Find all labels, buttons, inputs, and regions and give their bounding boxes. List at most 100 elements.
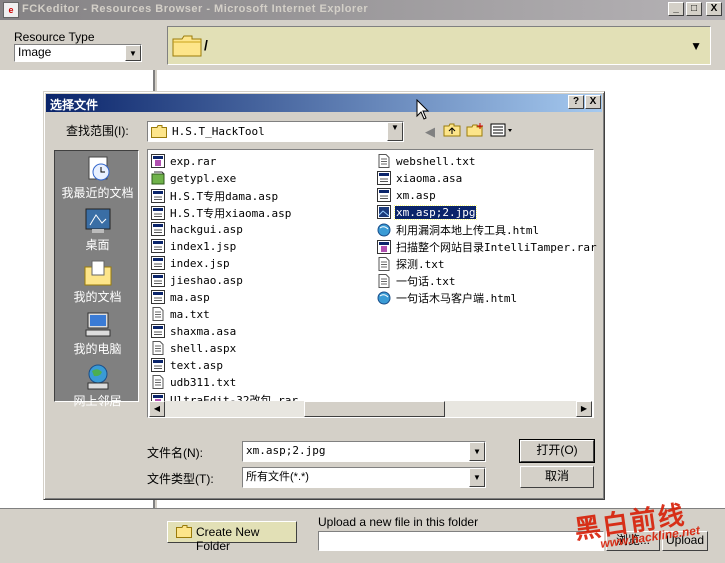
file-item[interactable]: 探测.txt: [377, 256, 446, 273]
script-file-icon: [151, 324, 165, 338]
close-button[interactable]: X: [706, 2, 722, 16]
app-icon: e: [3, 2, 19, 18]
scroll-left-icon[interactable]: ◀: [149, 401, 165, 417]
look-in-combo[interactable]: H.S.T_HackTool ▼: [147, 121, 404, 142]
browse-button[interactable]: 浏览...: [606, 531, 660, 551]
place-label: 我最近的文档: [61, 186, 134, 200]
file-item[interactable]: 一句话木马客户端.html: [377, 290, 518, 307]
place-network[interactable]: 网上邻居: [55, 363, 140, 413]
file-item[interactable]: xiaoma.asa: [377, 171, 463, 188]
file-item[interactable]: 扫描整个网站目录IntelliTamper.rar: [377, 239, 598, 256]
file-item[interactable]: xm.asp: [377, 188, 437, 205]
scroll-thumb[interactable]: [304, 401, 445, 417]
file-item[interactable]: ma.asp: [151, 290, 211, 307]
back-icon[interactable]: ◀: [420, 123, 440, 141]
file-item[interactable]: text.asp: [151, 358, 224, 375]
look-in-value: H.S.T_HackTool: [172, 125, 265, 138]
file-name: H.S.T专用dama.asp: [170, 190, 279, 203]
file-name: index.jsp: [170, 256, 230, 270]
script-file-icon: [151, 358, 165, 372]
file-name: ma.txt: [170, 307, 210, 321]
file-name: text.asp: [170, 358, 223, 372]
place-my-computer[interactable]: 我的电脑: [55, 311, 140, 361]
file-item[interactable]: getурl.exe: [151, 171, 237, 188]
script-file-icon: [151, 273, 165, 287]
script-file-icon: [151, 239, 165, 253]
script-file-icon: [151, 189, 165, 203]
file-name: 扫描整个网站目录IntelliTamper.rar: [396, 241, 597, 254]
file-list[interactable]: exp.rar getурl.exe H.S.T专用dama.asp H.S.T专用x…: [147, 149, 597, 418]
place-desktop[interactable]: 桌面: [55, 207, 140, 257]
file-item[interactable]: 利用漏洞本地上传工具.html: [377, 222, 540, 239]
upload-file-input[interactable]: [318, 531, 604, 551]
chevron-down-icon[interactable]: ▼: [469, 442, 485, 461]
browser-title: FCKeditor - Resources Browser - Microsof…: [22, 3, 369, 15]
mouse-cursor-icon: [416, 99, 430, 120]
executable-file-icon: [151, 171, 165, 185]
file-name: shell.aspx: [170, 341, 237, 355]
up-folder-icon[interactable]: [442, 123, 462, 141]
file-item[interactable]: H.S.T专用xiaoma.asp: [151, 205, 292, 222]
file-item[interactable]: hackgui.asp: [151, 222, 244, 239]
file-item[interactable]: exp.rar: [151, 154, 217, 171]
file-name: xiaoma.asa: [396, 171, 463, 185]
script-file-icon: [151, 222, 165, 236]
script-file-icon: [377, 171, 391, 185]
file-item[interactable]: xm.asp;2.jpg: [377, 204, 478, 222]
file-item[interactable]: shaxma.asa: [151, 324, 237, 341]
text-file-icon: [377, 154, 391, 168]
chevron-down-icon[interactable]: ▼: [387, 122, 403, 141]
create-folder-button[interactable]: Create New Folder: [167, 521, 297, 553]
current-path: /: [204, 37, 208, 53]
script-file-icon: [377, 188, 391, 202]
folder-icon: [151, 125, 167, 138]
places-bar: 我最近的文档 桌面 我的文档 我的电脑 网上邻居: [54, 150, 140, 408]
resource-type-value: Image: [18, 45, 52, 59]
upload-button[interactable]: Upload: [662, 531, 708, 551]
file-name: index1.jsp: [170, 239, 237, 253]
file-item[interactable]: H.S.T专用dama.asp: [151, 188, 279, 205]
file-item[interactable]: webshell.txt: [377, 154, 476, 171]
horizontal-scrollbar[interactable]: ◀ ▶: [149, 401, 592, 417]
file-item[interactable]: ma.txt: [151, 307, 211, 324]
chevron-down-icon[interactable]: ▼: [125, 45, 141, 61]
file-item[interactable]: 一句话.txt: [377, 273, 457, 290]
place-my-documents[interactable]: 我的文档: [55, 259, 140, 309]
resource-type-select[interactable]: Image ▼: [14, 44, 142, 62]
archive-file-icon: [377, 240, 391, 254]
resource-toolbar: Resource Type Image ▼ / ▼: [0, 20, 725, 70]
minimize-button[interactable]: _: [668, 2, 684, 16]
current-folder-bar[interactable]: / ▼: [167, 26, 711, 65]
place-recent[interactable]: 我最近的文档: [55, 155, 140, 205]
chevron-down-icon[interactable]: ▼: [690, 39, 702, 53]
new-folder-icon[interactable]: [465, 123, 485, 141]
maximize-button[interactable]: □: [686, 2, 702, 16]
file-item[interactable]: jieshao.asp: [151, 273, 244, 290]
file-name-value: xm.asp;2.jpg: [246, 444, 326, 457]
scroll-right-icon[interactable]: ▶: [576, 401, 592, 417]
open-button[interactable]: 打开(O): [519, 439, 595, 463]
file-name-input[interactable]: xm.asp;2.jpg ▼: [242, 441, 486, 462]
recent-documents-icon: [88, 156, 109, 181]
file-name: 一句话.txt: [396, 275, 456, 288]
chevron-down-icon[interactable]: ▼: [469, 468, 485, 487]
create-folder-label: Create New Folder: [196, 525, 260, 553]
upload-panel: Create New Folder Upload a new file in t…: [0, 508, 725, 563]
look-in-label: 查找范围(I):: [66, 124, 129, 138]
text-file-icon: [151, 341, 165, 355]
file-item[interactable]: shell.aspx: [151, 341, 237, 358]
file-item[interactable]: udb311.txt: [151, 375, 237, 392]
folder-icon: [172, 35, 202, 57]
dialog-close-button[interactable]: X: [585, 95, 601, 109]
views-menu-icon[interactable]: [489, 123, 515, 141]
file-name: H.S.T专用xiaoma.asp: [170, 207, 292, 220]
file-type-value: 所有文件(*.*): [246, 471, 309, 483]
file-item[interactable]: index.jsp: [151, 256, 231, 273]
file-type-select[interactable]: 所有文件(*.*) ▼: [242, 467, 486, 488]
help-button[interactable]: ?: [568, 95, 584, 109]
archive-file-icon: [151, 154, 165, 168]
cancel-button[interactable]: 取消: [520, 466, 594, 488]
place-label: 我的文档: [73, 290, 122, 304]
browser-title-bar: e FCKeditor - Resources Browser - Micros…: [0, 0, 725, 20]
file-item[interactable]: index1.jsp: [151, 239, 237, 256]
